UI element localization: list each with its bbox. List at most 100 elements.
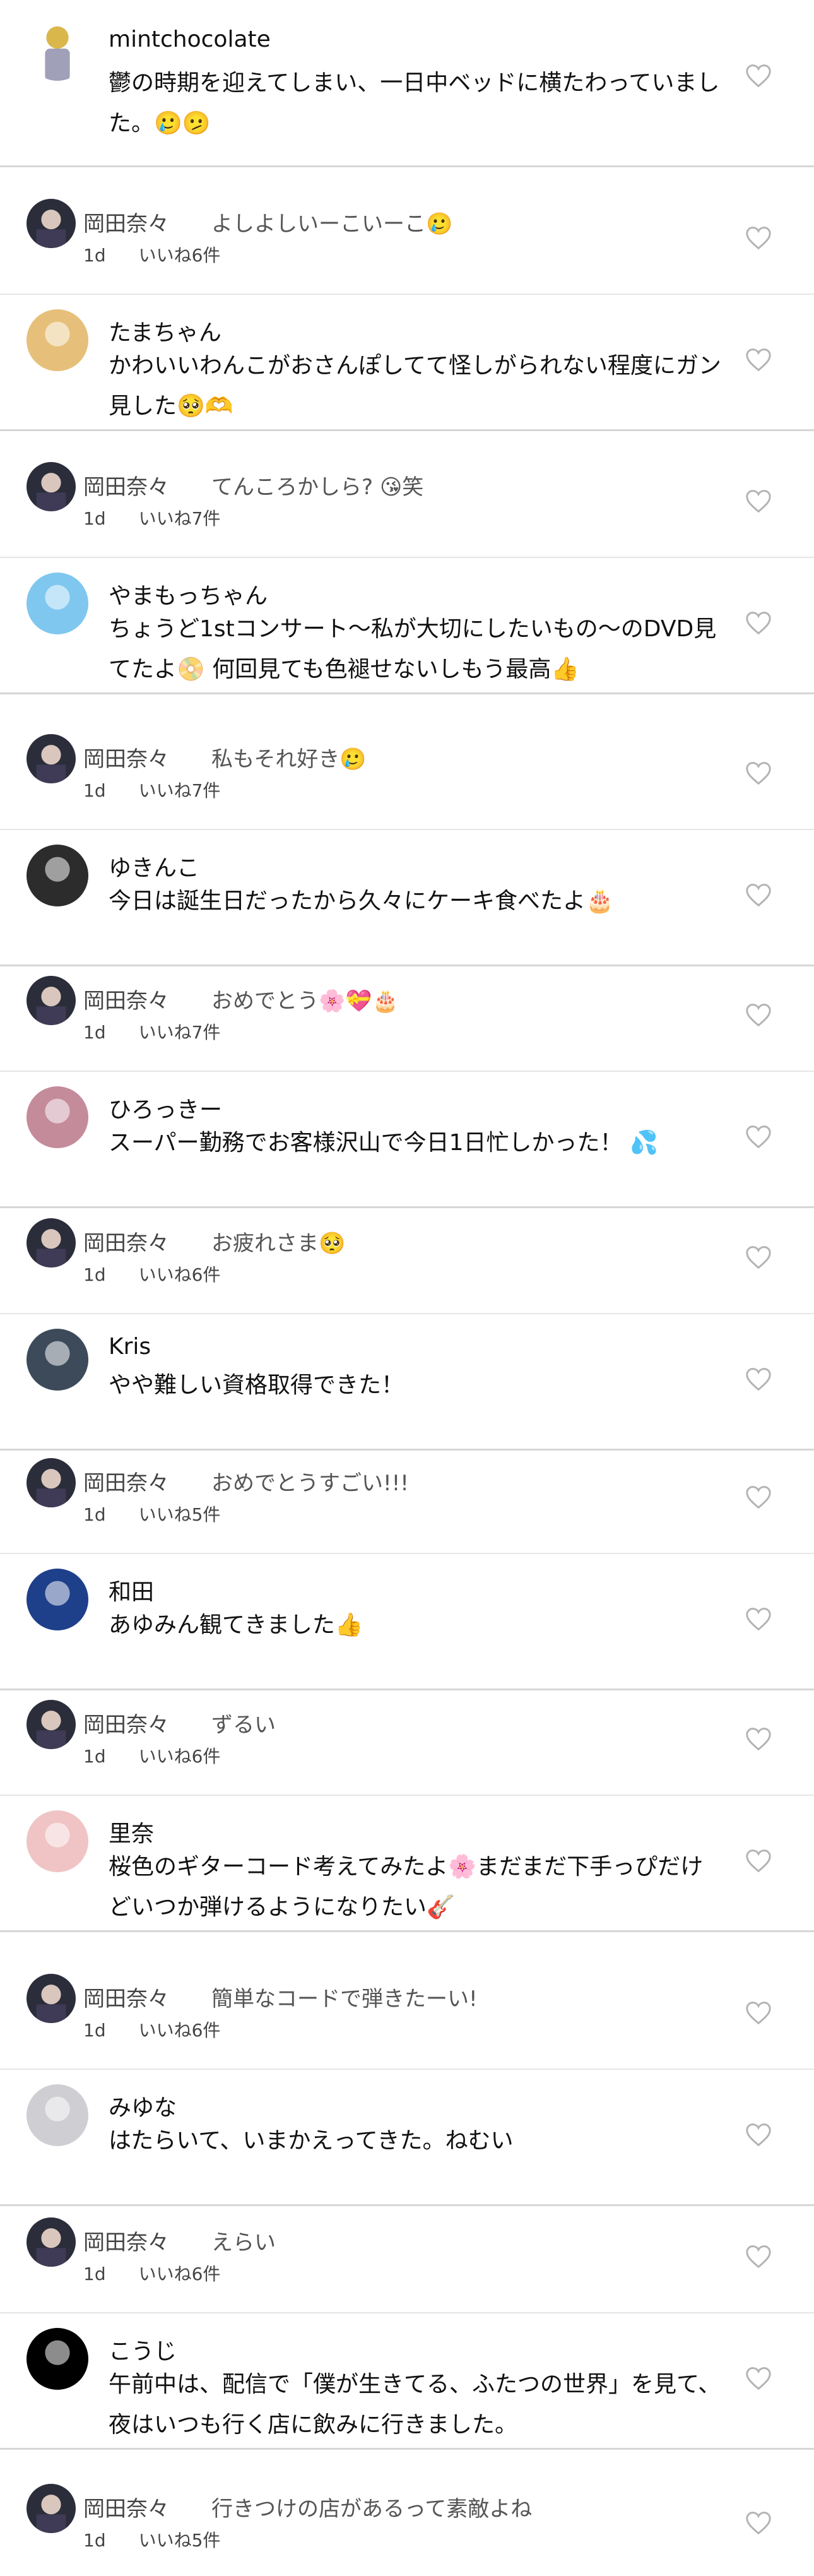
heart-outline-icon[interactable] — [745, 489, 772, 514]
separator — [0, 1930, 814, 1932]
heart-outline-icon[interactable] — [745, 1245, 772, 1270]
reply-text: 簡単なコードで弾きたーい! — [211, 1986, 478, 2012]
reply-author[interactable]: 岡田奈々 — [83, 2491, 169, 2522]
reply-text: おめでとうすごい!!! — [211, 1471, 409, 1496]
comment-author[interactable]: mintchocolate — [109, 27, 271, 52]
heart-outline-icon[interactable] — [745, 63, 772, 88]
heart-outline-icon[interactable] — [745, 2244, 772, 2269]
comment-text: 桜色のギターコード考えてみたよ🌸まだまだ下手っぴだけどいつか弾けるようになりたい… — [109, 1854, 704, 1920]
avatar[interactable] — [27, 845, 88, 906]
comment-author[interactable]: ひろっきー — [109, 1091, 222, 1124]
reply-text: てんころかしら? 😘笑 — [211, 475, 424, 500]
reply-timestamp: 1d — [83, 780, 106, 801]
reply-avatar[interactable] — [27, 976, 76, 1025]
reply-meta: 1d いいね6件 — [83, 2260, 220, 2286]
reply-timestamp: 1d — [83, 1264, 106, 1285]
avatar[interactable] — [27, 1569, 88, 1630]
heart-outline-icon[interactable] — [745, 882, 772, 908]
reply-timestamp: 1d — [83, 2020, 106, 2041]
heart-outline-icon[interactable] — [745, 1367, 772, 1392]
reply-like-count[interactable]: いいね6件 — [139, 1743, 221, 1768]
heart-outline-icon[interactable] — [745, 610, 772, 636]
reply-text: ずるい — [211, 1712, 276, 1738]
reply-like-count[interactable]: いいね6件 — [139, 2260, 221, 2286]
comment-author[interactable]: みゆな — [109, 2089, 177, 2122]
reply-author[interactable]: 岡田奈々 — [83, 470, 169, 501]
reply-text: 私もそれ好き🥲 — [211, 747, 367, 772]
reply-like-count[interactable]: いいね5件 — [139, 2527, 221, 2552]
reply-author[interactable]: 岡田奈々 — [83, 1707, 169, 1738]
separator — [0, 1313, 814, 1314]
avatar[interactable] — [27, 1810, 88, 1872]
comment-text: スーパー勤務でお客様沢山で今日1日忙しかった！ 💦 — [109, 1130, 658, 1156]
reply-avatar[interactable] — [27, 2484, 76, 2533]
reply-author[interactable]: 岡田奈々 — [83, 1981, 169, 2012]
separator — [0, 1206, 814, 1208]
heart-outline-icon[interactable] — [745, 1606, 772, 1632]
avatar[interactable] — [27, 2084, 88, 2146]
reply-meta: 1d いいね5件 — [83, 2527, 220, 2552]
avatar[interactable] — [27, 1329, 88, 1391]
comment-author[interactable]: Kris — [109, 1334, 151, 1360]
reply-author[interactable]: 岡田奈々 — [83, 206, 169, 237]
separator — [0, 294, 814, 295]
heart-outline-icon[interactable] — [745, 1726, 772, 1752]
reply-author[interactable]: 岡田奈々 — [83, 742, 169, 773]
heart-outline-icon[interactable] — [745, 225, 772, 251]
avatar[interactable] — [27, 573, 88, 634]
heart-outline-icon[interactable] — [745, 347, 772, 372]
reply-avatar[interactable] — [27, 199, 76, 248]
heart-outline-icon[interactable] — [745, 1485, 772, 1510]
reply-author[interactable]: 岡田奈々 — [83, 2225, 169, 2256]
heart-outline-icon[interactable] — [745, 1124, 772, 1149]
heart-outline-icon[interactable] — [745, 1848, 772, 1873]
reply-meta: 1d いいね6件 — [83, 242, 220, 267]
reply-avatar[interactable] — [27, 1458, 76, 1507]
reply-author[interactable]: 岡田奈々 — [83, 983, 169, 1014]
reply-timestamp: 1d — [83, 508, 106, 529]
avatar[interactable] — [27, 1086, 88, 1148]
reply-author[interactable]: 岡田奈々 — [83, 1466, 169, 1497]
reply-text: えらい — [211, 2230, 276, 2255]
avatar[interactable] — [27, 19, 88, 81]
heart-outline-icon[interactable] — [745, 2366, 772, 2391]
separator — [0, 965, 814, 966]
heart-outline-icon[interactable] — [745, 1002, 772, 1028]
heart-outline-icon[interactable] — [745, 2122, 772, 2147]
reply-avatar[interactable] — [27, 2217, 76, 2267]
reply-like-count[interactable]: いいね6件 — [139, 2017, 221, 2042]
reply-avatar[interactable] — [27, 1218, 76, 1267]
reply-like-count[interactable]: いいね5件 — [139, 1501, 221, 1526]
reply-meta: 1d いいね6件 — [83, 1261, 220, 1286]
separator — [0, 2204, 814, 2206]
reply-text: 行きつけの店があるって素敵よね — [211, 2496, 533, 2522]
heart-outline-icon[interactable] — [745, 2510, 772, 2536]
reply-avatar[interactable] — [27, 462, 76, 511]
reply-avatar[interactable] — [27, 1974, 76, 2023]
reply-timestamp: 1d — [83, 2530, 106, 2551]
comment-text: あゆみん観てきました👍 — [109, 1612, 363, 1638]
reply-like-count[interactable]: いいね7件 — [139, 777, 221, 802]
avatar[interactable] — [27, 309, 88, 371]
reply-timestamp: 1d — [83, 1746, 106, 1767]
avatar[interactable] — [27, 2328, 88, 2390]
reply-avatar[interactable] — [27, 1700, 76, 1749]
heart-outline-icon[interactable] — [745, 761, 772, 786]
reply-meta: 1d いいね6件 — [83, 2017, 220, 2042]
reply-meta: 1d いいね6件 — [83, 1743, 220, 1768]
comment-author[interactable]: 和田 — [109, 1574, 154, 1606]
reply-avatar[interactable] — [27, 734, 76, 783]
reply-like-count[interactable]: いいね7件 — [139, 1019, 221, 1044]
reply-like-count[interactable]: いいね6件 — [139, 242, 221, 267]
comment-author[interactable]: 里奈 — [109, 1815, 154, 1848]
comment-author[interactable]: やまもっちゃん — [109, 578, 268, 610]
separator — [0, 1449, 814, 1451]
heart-outline-icon[interactable] — [745, 2000, 772, 2026]
comment-author[interactable]: たまちゃん — [109, 314, 221, 347]
separator — [0, 2069, 814, 2070]
reply-like-count[interactable]: いいね7件 — [139, 505, 221, 530]
reply-author[interactable]: 岡田奈々 — [83, 1226, 169, 1257]
reply-like-count[interactable]: いいね6件 — [139, 1261, 221, 1286]
comment-author[interactable]: ゆきんこ — [109, 850, 199, 882]
comment-author[interactable]: こうじ — [109, 2333, 177, 2366]
